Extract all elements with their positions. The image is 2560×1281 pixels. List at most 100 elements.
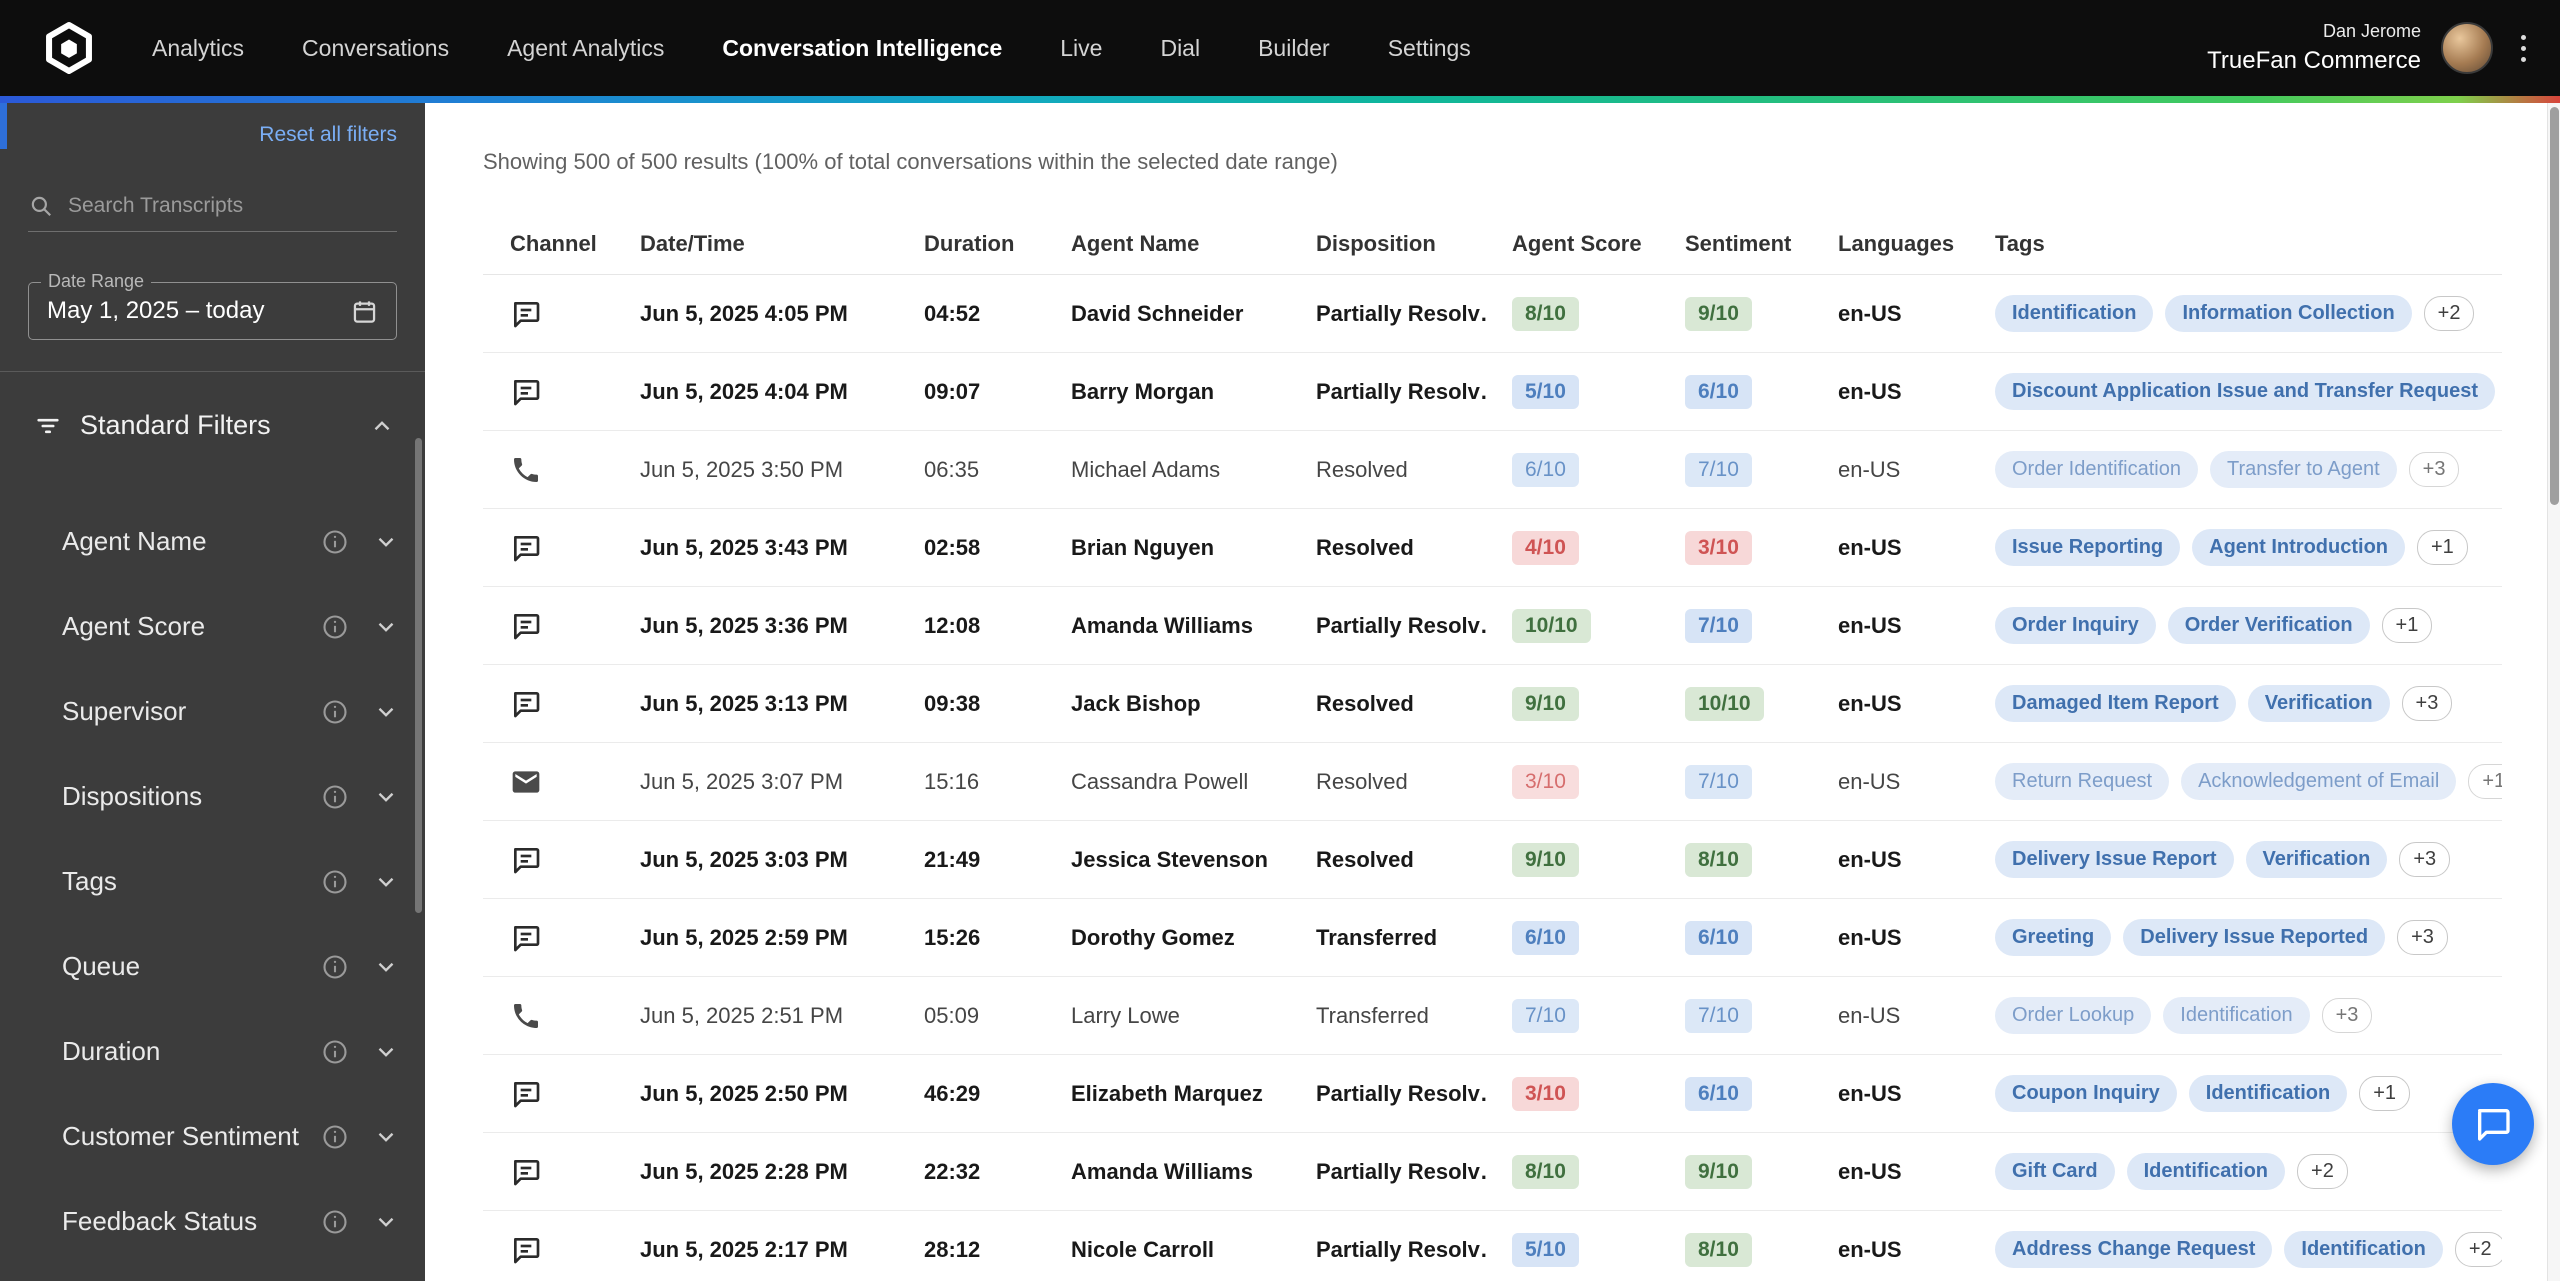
filter-item-queue[interactable]: Queue [0, 924, 425, 1009]
more-tags-badge[interactable]: +2 [2454, 1232, 2502, 1267]
info-icon[interactable] [321, 1208, 349, 1236]
app-logo-icon[interactable] [40, 19, 98, 77]
info-icon[interactable] [321, 613, 349, 641]
overflow-menu-icon[interactable] [2513, 29, 2534, 68]
more-tags-badge[interactable]: +3 [2397, 920, 2448, 955]
page-scrollbar[interactable] [2547, 103, 2560, 1281]
tag-pill-issue-reporting[interactable]: Issue Reporting [1995, 529, 2181, 566]
chevron-down-icon[interactable] [373, 1039, 399, 1065]
calendar-icon[interactable] [351, 298, 378, 325]
info-icon[interactable] [321, 698, 349, 726]
chevron-down-icon[interactable] [373, 529, 399, 555]
filter-item-dispositions[interactable]: Dispositions [0, 754, 425, 839]
tag-pill-coupon-inquiry[interactable]: Coupon Inquiry [1995, 1075, 2177, 1112]
table-row[interactable]: Jun 5, 2025 2:17 PM 28:12 Nicole Carroll… [483, 1211, 2502, 1281]
nav-item-settings[interactable]: Settings [1388, 35, 1471, 62]
page-scrollbar-thumb[interactable] [2550, 107, 2559, 505]
info-icon[interactable] [321, 868, 349, 896]
column-header-tags[interactable]: Tags [1971, 231, 2502, 257]
nav-item-dial[interactable]: Dial [1160, 35, 1200, 62]
sidebar-scrollbar[interactable] [415, 438, 422, 913]
tag-pill-identification[interactable]: Identification [1995, 295, 2154, 332]
column-header-date-time[interactable]: Date/Time [616, 231, 900, 257]
table-row[interactable]: Jun 5, 2025 4:04 PM 09:07 Barry Morgan P… [483, 353, 2502, 431]
tag-pill-order-lookup[interactable]: Order Lookup [1995, 997, 2152, 1034]
tag-pill-return-request[interactable]: Return Request [1995, 763, 2170, 800]
filter-item-feedback-status[interactable]: Feedback Status [0, 1179, 425, 1264]
avatar[interactable] [2441, 22, 2493, 74]
tag-pill-verification[interactable]: Verification [2245, 841, 2388, 878]
filter-item-customer-sentiment[interactable]: Customer Sentiment [0, 1094, 425, 1179]
nav-item-conversation-intelligence[interactable]: Conversation Intelligence [722, 35, 1002, 62]
tag-pill-order-identification[interactable]: Order Identification [1995, 451, 2198, 488]
more-tags-badge[interactable]: +3 [2401, 686, 2453, 721]
tag-pill-order-inquiry[interactable]: Order Inquiry [1995, 607, 2156, 644]
table-row[interactable]: Jun 5, 2025 3:36 PM 12:08 Amanda William… [483, 587, 2502, 665]
nav-item-conversations[interactable]: Conversations [302, 35, 449, 62]
tag-pill-verification[interactable]: Verification [2247, 685, 2390, 722]
tag-pill-discount-application-issue-and-transfer-request[interactable]: Discount Application Issue and Transfer … [1995, 373, 2496, 410]
more-tags-badge[interactable]: +3 [2399, 842, 2451, 877]
filter-item-agent-score[interactable]: Agent Score [0, 584, 425, 669]
table-row[interactable]: Jun 5, 2025 3:07 PM 15:16 Cassandra Powe… [483, 743, 2502, 821]
more-tags-badge[interactable]: +1 [2359, 1076, 2411, 1111]
standard-filters-header[interactable]: Standard Filters [0, 372, 425, 441]
column-header-agent-name[interactable]: Agent Name [1047, 231, 1292, 257]
info-icon[interactable] [321, 528, 349, 556]
chevron-down-icon[interactable] [373, 869, 399, 895]
tag-pill-agent-introduction[interactable]: Agent Introduction [2192, 529, 2405, 566]
tag-pill-delivery-issue-report[interactable]: Delivery Issue Report [1995, 841, 2234, 878]
info-icon[interactable] [321, 953, 349, 981]
tag-pill-gift-card[interactable]: Gift Card [1995, 1153, 2115, 1190]
tag-pill-damaged-item-report[interactable]: Damaged Item Report [1995, 685, 2236, 722]
tag-pill-order-verification[interactable]: Order Verification [2167, 607, 2370, 644]
table-row[interactable]: Jun 5, 2025 3:50 PM 06:35 Michael Adams … [483, 431, 2502, 509]
table-row[interactable]: Jun 5, 2025 3:03 PM 21:49 Jessica Steven… [483, 821, 2502, 899]
info-icon[interactable] [321, 1038, 349, 1066]
filter-item-tags[interactable]: Tags [0, 839, 425, 924]
table-row[interactable]: Jun 5, 2025 2:50 PM 46:29 Elizabeth Marq… [483, 1055, 2502, 1133]
nav-item-analytics[interactable]: Analytics [152, 35, 244, 62]
more-tags-badge[interactable]: +2 [2297, 1154, 2348, 1189]
column-header-languages[interactable]: Languages [1814, 231, 1971, 257]
table-row[interactable]: Jun 5, 2025 3:13 PM 09:38 Jack Bishop Re… [483, 665, 2502, 743]
column-header-disposition[interactable]: Disposition [1292, 231, 1488, 257]
table-row[interactable]: Jun 5, 2025 2:59 PM 15:26 Dorothy Gomez … [483, 899, 2502, 977]
info-icon[interactable] [321, 783, 349, 811]
chevron-down-icon[interactable] [373, 614, 399, 640]
more-tags-badge[interactable]: +3 [2408, 452, 2460, 487]
chevron-down-icon[interactable] [373, 1209, 399, 1235]
tag-pill-transfer-to-agent[interactable]: Transfer to Agent [2209, 451, 2397, 488]
chevron-down-icon[interactable] [373, 1124, 399, 1150]
tag-pill-acknowledgement-of-email[interactable]: Acknowledgement of Email [2181, 763, 2457, 800]
tag-pill-information-collection[interactable]: Information Collection [2165, 295, 2412, 332]
more-tags-badge[interactable]: +1 [2417, 530, 2468, 565]
column-header-agent-score[interactable]: Agent Score [1488, 231, 1661, 257]
user-info[interactable]: Dan Jerome TrueFan Commerce [2207, 21, 2421, 75]
nav-item-agent-analytics[interactable]: Agent Analytics [507, 35, 664, 62]
table-row[interactable]: Jun 5, 2025 2:28 PM 22:32 Amanda William… [483, 1133, 2502, 1211]
filter-item-supervisor[interactable]: Supervisor [0, 669, 425, 754]
chevron-down-icon[interactable] [373, 784, 399, 810]
reset-filters-link[interactable]: Reset all filters [259, 123, 397, 146]
table-row[interactable]: Jun 5, 2025 2:51 PM 05:09 Larry Lowe Tra… [483, 977, 2502, 1055]
tag-pill-identification[interactable]: Identification [2163, 997, 2310, 1034]
info-icon[interactable] [321, 1123, 349, 1151]
tag-pill-identification[interactable]: Identification [2126, 1153, 2286, 1190]
search-input[interactable] [68, 194, 397, 218]
nav-item-live[interactable]: Live [1060, 35, 1102, 62]
filter-item-duration[interactable]: Duration [0, 1009, 425, 1094]
tag-pill-identification[interactable]: Identification [2284, 1231, 2443, 1268]
date-range-picker[interactable]: Date Range May 1, 2025 – today [28, 271, 397, 340]
column-header-channel[interactable]: Channel [483, 231, 616, 257]
filter-item-agent-name[interactable]: Agent Name [0, 499, 425, 584]
tag-pill-delivery-issue-reported[interactable]: Delivery Issue Reported [2123, 919, 2386, 956]
chevron-down-icon[interactable] [373, 954, 399, 980]
more-tags-badge[interactable]: +2 [2423, 296, 2475, 331]
more-tags-badge[interactable]: +3 [2321, 998, 2373, 1033]
tag-pill-address-change-request[interactable]: Address Change Request [1995, 1231, 2273, 1268]
nav-item-builder[interactable]: Builder [1258, 35, 1330, 62]
column-header-sentiment[interactable]: Sentiment [1661, 231, 1814, 257]
table-row[interactable]: Jun 5, 2025 3:43 PM 02:58 Brian Nguyen R… [483, 509, 2502, 587]
tag-pill-identification[interactable]: Identification [2188, 1075, 2348, 1112]
